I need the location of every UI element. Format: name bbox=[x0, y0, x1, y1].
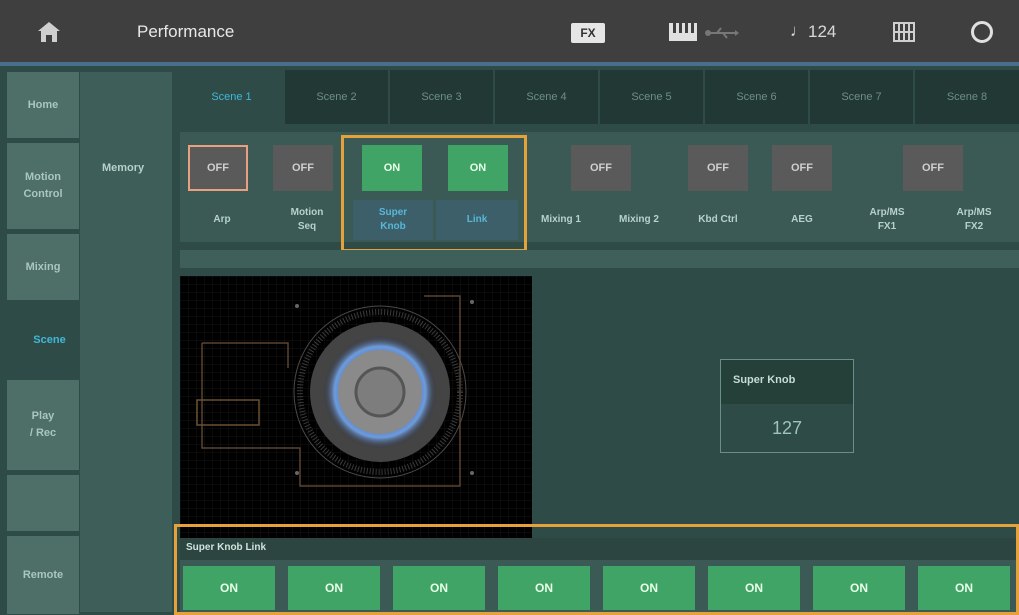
tempo-note-icon: ♩ bbox=[790, 21, 807, 40]
sidebar-item-remote[interactable]: Remote bbox=[7, 536, 79, 614]
home-icon[interactable] bbox=[36, 20, 62, 44]
page-title: Performance bbox=[137, 22, 235, 41]
tab-scene-3[interactable]: Scene 3 bbox=[390, 70, 493, 124]
fx-badge[interactable]: FX bbox=[571, 23, 605, 43]
memory-label-arp: Arp bbox=[213, 214, 231, 225]
separator-band bbox=[180, 250, 1019, 268]
highlight-super-knob-link bbox=[341, 135, 527, 252]
sidebar-item-blank bbox=[7, 475, 79, 531]
grid-icon[interactable] bbox=[893, 21, 915, 43]
memory-label-kbd-ctrl: Kbd Ctrl bbox=[698, 214, 738, 225]
top-divider bbox=[0, 62, 1019, 66]
super-knob-illustration bbox=[180, 276, 532, 538]
tempo-value[interactable]: 124 bbox=[808, 22, 836, 42]
memory-label-mixing-2: Mixing 2 bbox=[618, 214, 659, 225]
super-knob-graphic bbox=[180, 276, 532, 538]
sidebar-item-home[interactable]: Home bbox=[7, 72, 79, 138]
memory-label-arp-ms-fx1: Arp/MS FX1 bbox=[869, 207, 905, 232]
tab-scene-5[interactable]: Scene 5 bbox=[600, 70, 703, 124]
tab-scene-8[interactable]: Scene 8 bbox=[915, 70, 1019, 124]
super-knob-label: Super Knob bbox=[721, 360, 853, 404]
tab-scene-4[interactable]: Scene 4 bbox=[495, 70, 598, 124]
memory-aeg-button[interactable]: OFF bbox=[772, 145, 832, 191]
settings-circle-icon[interactable] bbox=[971, 21, 993, 43]
sidebar-item-motion-control[interactable]: Motion Control bbox=[7, 143, 79, 229]
memory-kbd-ctrl-button[interactable]: OFF bbox=[688, 145, 748, 191]
memory-motion-seq-button[interactable]: OFF bbox=[273, 145, 333, 191]
tab-scene-2[interactable]: Scene 2 bbox=[285, 70, 388, 124]
tab-scene-7[interactable]: Scene 7 bbox=[810, 70, 913, 124]
memory-arp-ms-fx-button[interactable]: OFF bbox=[903, 145, 963, 191]
tab-scene-6[interactable]: Scene 6 bbox=[705, 70, 808, 124]
memory-label-aeg: AEG bbox=[791, 214, 813, 225]
sidebar-item-play-rec[interactable]: Play / Rec bbox=[7, 380, 79, 470]
memory-label-motion-seq: Motion Seq bbox=[290, 207, 324, 232]
memory-label-arp-ms-fx2: Arp/MS FX2 bbox=[956, 207, 992, 232]
memory-arp-button[interactable]: OFF bbox=[188, 145, 248, 191]
usb-icon bbox=[705, 27, 739, 39]
sub-column: Memory bbox=[80, 72, 172, 612]
tab-scene-1[interactable]: Scene 1 bbox=[180, 70, 283, 124]
memory-label-mixing-1: Mixing 1 bbox=[540, 214, 581, 225]
memory-label: Memory bbox=[102, 162, 145, 174]
keyboard-icon bbox=[669, 23, 697, 41]
memory-mixing-button[interactable]: OFF bbox=[571, 145, 631, 191]
sidebar-item-mixing[interactable]: Mixing bbox=[7, 234, 79, 300]
highlight-super-knob-link-row bbox=[174, 524, 1019, 615]
super-knob-value-box[interactable]: Super Knob 127 bbox=[720, 359, 854, 453]
super-knob-value[interactable]: 127 bbox=[721, 404, 853, 452]
top-bar: Performance FX ♩ 124 bbox=[0, 0, 1019, 62]
